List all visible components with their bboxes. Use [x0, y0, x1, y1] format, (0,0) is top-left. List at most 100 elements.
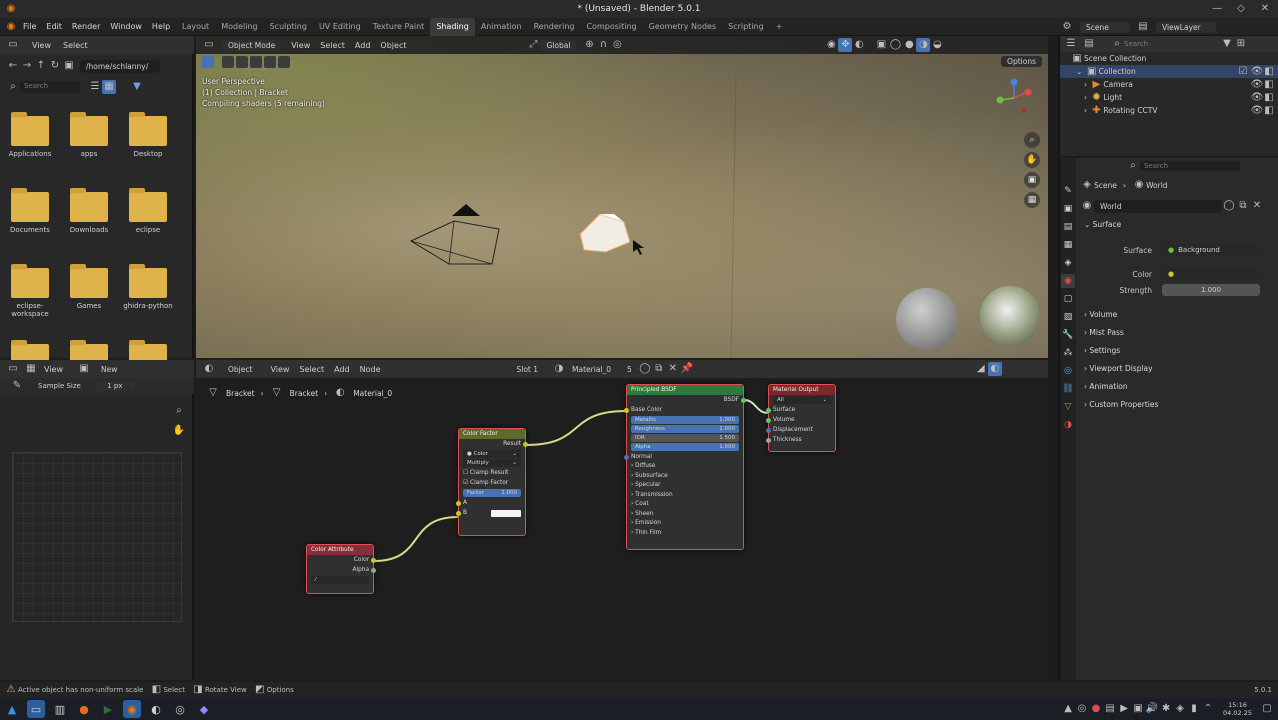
scene-tab-icon[interactable]: ◈	[1061, 256, 1075, 270]
network-icon[interactable]: ◈	[1173, 702, 1187, 716]
world-name-field[interactable]: World	[1094, 199, 1222, 213]
camera-render-icon[interactable]: ◧	[1262, 91, 1276, 105]
path-input[interactable]: /home/schlanny/	[80, 59, 160, 73]
desktop-icon[interactable]: ▭	[27, 700, 45, 718]
collection-tab-icon[interactable]: ▢	[1061, 292, 1075, 306]
folder-item[interactable]: Desktop	[120, 112, 176, 158]
fake-user-icon[interactable]: ◯	[1222, 199, 1236, 213]
filter-icon[interactable]: ▼	[1220, 37, 1234, 51]
scene-collection-row[interactable]: ▣ Scene Collection	[1060, 52, 1278, 65]
render-tab-icon[interactable]: ▣	[1061, 202, 1075, 216]
properties-search-input[interactable]: Search	[1140, 161, 1240, 171]
sample-size-field[interactable]: 1 px	[94, 381, 135, 391]
tab-uv-editing[interactable]: UV Editing	[313, 18, 367, 36]
tray-expand-icon[interactable]: ⌃	[1201, 702, 1215, 716]
blender-menu-icon[interactable]: ◉	[4, 20, 18, 34]
tab-shading[interactable]: Shading	[430, 18, 475, 36]
collection-row[interactable]: ⌄ ▣ Collection ☑ 👁 ◧	[1060, 65, 1278, 78]
tab-rendering[interactable]: Rendering	[528, 18, 581, 36]
panel-diffuse[interactable]: › Diffuse	[627, 462, 743, 472]
data-type-dropdown[interactable]: ● Color ⌄	[463, 450, 521, 458]
folder-item[interactable]: eclipse	[120, 188, 176, 234]
new-collection-icon[interactable]: ⊞	[1234, 37, 1248, 51]
menu-file[interactable]: File	[18, 18, 41, 36]
image-browse-icon[interactable]: ▣	[77, 362, 91, 376]
roughness-slider[interactable]: Roughness 1.000	[631, 425, 739, 433]
tray-display-icon[interactable]: ▣	[1131, 702, 1145, 716]
add-workspace-icon[interactable]: +	[770, 18, 789, 36]
steam-icon[interactable]: ◐	[147, 700, 165, 718]
zoom-icon[interactable]: ⌕	[172, 404, 186, 418]
image-canvas[interactable]	[12, 452, 182, 622]
data-tab-icon[interactable]: ▽	[1061, 400, 1075, 414]
alpha-slider[interactable]: Alpha 1.000	[631, 443, 739, 451]
tab-layout[interactable]: Layout	[176, 18, 215, 36]
new-image-button[interactable]: New	[94, 363, 124, 375]
file-search-input[interactable]: Search	[20, 81, 80, 93]
clamp-result-checkbox[interactable]: ☐ Clamp Result	[459, 468, 525, 478]
menu-help[interactable]: Help	[147, 18, 175, 36]
surface-panel-header[interactable]: ⌄ Surface	[1076, 216, 1278, 234]
camera-render-icon[interactable]: ◧	[1262, 78, 1276, 92]
tab-compositing[interactable]: Compositing	[580, 18, 642, 36]
socket[interactable]	[371, 567, 376, 573]
filter-icon[interactable]: ▼	[130, 80, 144, 94]
clock[interactable]: 15:16 04.02.25	[1223, 701, 1252, 717]
output-target-dropdown[interactable]: All ⌄	[773, 396, 831, 404]
menu-window[interactable]: Window	[105, 18, 147, 36]
pan-hand-icon[interactable]: ✋	[172, 424, 186, 438]
world-tab-icon[interactable]: ◉	[1061, 274, 1075, 288]
camera-render-icon[interactable]: ◧	[1262, 65, 1276, 79]
app-launcher-icon[interactable]: ▲	[3, 700, 21, 718]
tray-upload-icon[interactable]: ▲	[1061, 702, 1075, 716]
viewport-display-panel-header[interactable]: › Viewport Display	[1076, 360, 1278, 378]
firefox-icon[interactable]: ●	[75, 700, 93, 718]
editor-type-icon[interactable]: ▭	[6, 38, 20, 52]
outliner-item-rotating-cctv[interactable]: › ✚ Rotating CCTV 👁 ◧	[1060, 104, 1278, 117]
eyedropper-icon[interactable]: ✎	[10, 379, 24, 393]
material-output-node[interactable]: Material Output All ⌄ Surface Volume Disp…	[766, 384, 836, 452]
bluetooth-icon[interactable]: ✱	[1159, 702, 1173, 716]
tab-modeling[interactable]: Modeling	[215, 18, 263, 36]
camera-object[interactable]	[409, 204, 500, 265]
view-mode-icon[interactable]: ▦	[24, 362, 38, 376]
object-tab-icon[interactable]: ▧	[1061, 310, 1075, 324]
panel-specular[interactable]: › Specular	[627, 481, 743, 491]
folder-item[interactable]: Games	[61, 264, 117, 310]
socket[interactable]	[624, 407, 629, 413]
strength-field[interactable]: 1.000	[1162, 284, 1260, 296]
socket[interactable]	[766, 407, 771, 413]
principled-bsdf-node[interactable]: Principled BSDF BSDF Base Color Metallic…	[624, 384, 746, 550]
socket[interactable]	[624, 454, 629, 460]
socket[interactable]	[523, 441, 528, 447]
checkbox-icon[interactable]: ☑	[1236, 65, 1250, 79]
surface-shader-field[interactable]: ● Background	[1162, 244, 1260, 256]
menu-edit[interactable]: Edit	[41, 18, 67, 36]
maximize-icon[interactable]: ◇	[1234, 2, 1248, 16]
battery-icon[interactable]: ▮	[1187, 702, 1201, 716]
tray-sync-icon[interactable]: ◎	[1075, 702, 1089, 716]
terminal-icon[interactable]: ▶	[99, 700, 117, 718]
particles-tab-icon[interactable]: ⁂	[1061, 346, 1075, 360]
custom-properties-panel-header[interactable]: › Custom Properties	[1076, 396, 1278, 414]
tab-scripting[interactable]: Scripting	[722, 18, 770, 36]
world-browse-icon[interactable]: ◉	[1080, 199, 1094, 213]
thumbnail-view-icon[interactable]: ▦	[102, 80, 116, 94]
panel-subsurface[interactable]: › Subsurface	[627, 472, 743, 482]
duplicate-world-icon[interactable]: ⧉	[1236, 199, 1250, 213]
view-layer-name[interactable]: ViewLayer	[1156, 21, 1216, 33]
factor-slider[interactable]: Factor 1.000	[463, 489, 521, 497]
settings-panel-header[interactable]: › Settings	[1076, 342, 1278, 360]
metallic-slider[interactable]: Metallic 1.000	[631, 416, 739, 424]
socket[interactable]	[766, 437, 771, 443]
animation-panel-header[interactable]: › Animation	[1076, 378, 1278, 396]
shader-node-editor[interactable]: ◐ Object View Select Add Node Slot 1 ◑ M…	[196, 360, 1048, 680]
unlink-world-icon[interactable]: ✕	[1250, 199, 1264, 213]
outliner-item-camera[interactable]: › ▶ Camera 👁 ◧	[1060, 78, 1278, 91]
fb-menu-view[interactable]: View	[32, 41, 51, 50]
socket[interactable]	[766, 427, 771, 433]
folder-item[interactable]: Documents	[2, 188, 58, 234]
app-icon[interactable]: ◆	[195, 700, 213, 718]
ie-menu-view[interactable]: View	[44, 365, 63, 374]
camera-render-icon[interactable]: ◧	[1262, 104, 1276, 118]
